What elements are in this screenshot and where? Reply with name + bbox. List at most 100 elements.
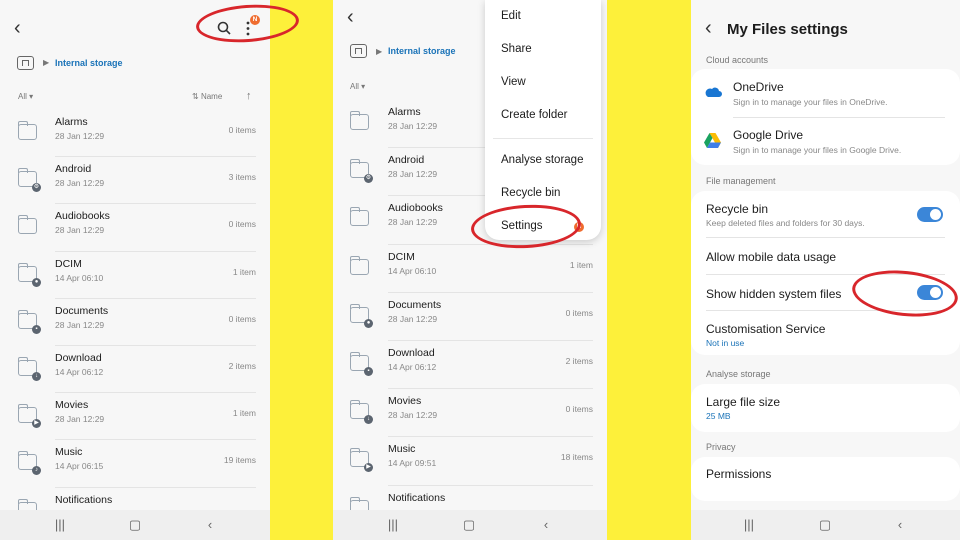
file-row-alarms[interactable]: Alarms 28 Jan 12:29 0 items xyxy=(0,110,270,158)
file-row-download[interactable]: Download 14 Apr 06:12 2 items ↓ xyxy=(0,346,270,394)
recents-icon[interactable]: ||| xyxy=(50,510,70,540)
item-count: 19 items xyxy=(223,455,256,466)
item-count: 1 item xyxy=(569,259,593,270)
file-row-dcim[interactable]: DCIM 14 Apr 06:10 1 item xyxy=(333,245,607,293)
back-nav-icon[interactable]: ‹ xyxy=(200,510,220,540)
file-date: 14 Apr 09:51 xyxy=(388,458,437,469)
home-nav-icon[interactable]: ▢ xyxy=(459,510,479,540)
file-date: 28 Jan 12:29 xyxy=(388,313,438,324)
download-icon: ↓ xyxy=(32,372,41,381)
file-row-documents[interactable]: Documents 28 Jan 12:29 0 items ● xyxy=(333,293,607,341)
home-icon[interactable] xyxy=(17,56,34,70)
privacy-card: Permissions xyxy=(691,457,960,501)
google-drive-icon xyxy=(704,133,721,148)
home-nav-icon[interactable]: ▢ xyxy=(125,510,145,540)
permissions-title[interactable]: Permissions xyxy=(706,467,771,481)
large-file-value: 25 MB xyxy=(706,411,731,421)
sort-button[interactable]: ⇅ Name xyxy=(192,92,222,101)
file-name: Music xyxy=(55,446,83,459)
onedrive-title[interactable]: OneDrive xyxy=(733,80,784,94)
section-file-management: File management xyxy=(706,176,776,186)
breadcrumb[interactable]: Internal storage xyxy=(388,46,456,56)
file-name: Notifications xyxy=(388,491,446,504)
file-row-music[interactable]: Music 14 Apr 06:15 19 items ♪ xyxy=(0,440,270,488)
back-arrow-icon[interactable]: ‹ xyxy=(14,17,21,40)
home-nav-icon[interactable]: ▢ xyxy=(815,510,835,540)
file-name: Movies xyxy=(55,399,89,412)
sort-direction-icon[interactable]: ↑ xyxy=(246,90,252,102)
file-date: 28 Jan 12:29 xyxy=(388,121,438,131)
item-count: 2 items xyxy=(565,356,593,366)
file-name: DCIM xyxy=(388,250,415,263)
filter-dropdown[interactable]: All ▾ xyxy=(350,82,365,91)
overflow-menu: Edit Share View Create folder Analyse st… xyxy=(485,0,601,240)
recents-icon[interactable]: ||| xyxy=(383,510,403,540)
file-date: 28 Jan 12:29 xyxy=(55,178,105,189)
file-row-movies[interactable]: Movies 28 Jan 12:29 0 items ↓ xyxy=(333,389,607,438)
file-name: Audiobooks xyxy=(388,202,443,215)
analyse-storage-card: Large file size 25 MB xyxy=(691,384,960,432)
gear-icon: ⚙ xyxy=(364,174,373,184)
file-row-dcim[interactable]: DCIM 14 Apr 06:10 1 item ● xyxy=(0,252,270,299)
file-date: 14 Apr 06:10 xyxy=(55,272,104,283)
file-date: 14 Apr 06:15 xyxy=(55,461,104,472)
home-icon[interactable] xyxy=(350,44,367,58)
system-nav-bar: ||| ▢ ‹ xyxy=(691,510,960,540)
page-title: My Files settings xyxy=(727,21,848,38)
folder-icon xyxy=(17,121,37,140)
file-row-audiobooks[interactable]: Audiobooks 28 Jan 12:29 0 items xyxy=(0,204,270,252)
recycle-bin-toggle[interactable] xyxy=(917,207,943,222)
file-row-download[interactable]: Download 14 Apr 06:12 2 items ▪ xyxy=(333,341,607,390)
file-name: Audiobooks xyxy=(55,210,110,223)
menu-item-analyse-storage[interactable]: Analyse storage xyxy=(501,154,583,166)
item-count: 0 items xyxy=(565,404,593,415)
recents-icon[interactable]: ||| xyxy=(739,510,759,540)
back-nav-icon[interactable]: ‹ xyxy=(890,510,910,540)
mobile-data-title[interactable]: Allow mobile data usage xyxy=(706,250,836,264)
folder-icon xyxy=(349,111,369,130)
back-arrow-icon[interactable]: ‹ xyxy=(705,17,712,40)
file-row-android[interactable]: Android 28 Jan 12:29 3 items ⚙ xyxy=(0,157,270,205)
breadcrumb-arrow-icon: ▶ xyxy=(376,47,383,56)
menu-divider xyxy=(493,138,593,139)
section-privacy: Privacy xyxy=(706,442,736,452)
file-row-music[interactable]: Music 14 Apr 09:51 18 items ▶ xyxy=(333,437,607,486)
item-count: 0 items xyxy=(228,219,256,230)
file-date: 14 Apr 06:12 xyxy=(55,367,104,377)
file-row-movies[interactable]: Movies 28 Jan 12:29 1 item ▶ xyxy=(0,393,270,441)
google-drive-desc: Sign in to manage your files in Google D… xyxy=(733,145,902,155)
divider xyxy=(706,237,945,238)
filter-label: All xyxy=(350,82,359,91)
large-file-title[interactable]: Large file size xyxy=(706,395,780,409)
download-icon: ↓ xyxy=(364,415,373,425)
camera-icon: ● xyxy=(364,318,373,328)
play-icon: ▶ xyxy=(32,419,41,429)
file-row-documents[interactable]: Documents 28 Jan 12:29 0 items ▪ xyxy=(0,299,270,346)
menu-item-view[interactable]: View xyxy=(501,76,526,88)
recycle-bin-title[interactable]: Recycle bin xyxy=(706,202,768,216)
filter-dropdown[interactable]: All ▾ xyxy=(18,92,33,101)
file-date: 14 Apr 06:12 xyxy=(388,362,437,372)
file-date: 28 Jan 12:29 xyxy=(55,225,105,236)
item-count: 3 items xyxy=(228,172,256,183)
google-drive-title[interactable]: Google Drive xyxy=(733,128,803,142)
file-name: Download xyxy=(388,347,435,359)
camera-icon: ● xyxy=(32,277,41,287)
section-analyse-storage: Analyse storage xyxy=(706,369,771,379)
folder-icon xyxy=(17,215,37,235)
back-nav-icon[interactable]: ‹ xyxy=(536,510,556,540)
back-arrow-icon[interactable]: ‹ xyxy=(347,6,354,29)
divider xyxy=(733,117,945,118)
breadcrumb[interactable]: Internal storage xyxy=(55,58,123,68)
menu-item-share[interactable]: Share xyxy=(501,43,532,55)
file-name: Android xyxy=(388,154,425,167)
menu-item-recycle-bin[interactable]: Recycle bin xyxy=(501,187,560,199)
menu-item-edit[interactable]: Edit xyxy=(501,10,521,22)
file-list-screen: ‹ N ▶ Internal storage All ▾ ⇅ Name ↑ Al… xyxy=(0,0,270,540)
customisation-value: Not in use xyxy=(706,338,745,348)
menu-item-create-folder[interactable]: Create folder xyxy=(501,109,567,121)
file-name: Movies xyxy=(388,395,422,408)
item-count: 0 items xyxy=(228,313,256,324)
hidden-files-title[interactable]: Show hidden system files xyxy=(706,287,841,301)
customisation-title[interactable]: Customisation Service xyxy=(706,322,825,336)
